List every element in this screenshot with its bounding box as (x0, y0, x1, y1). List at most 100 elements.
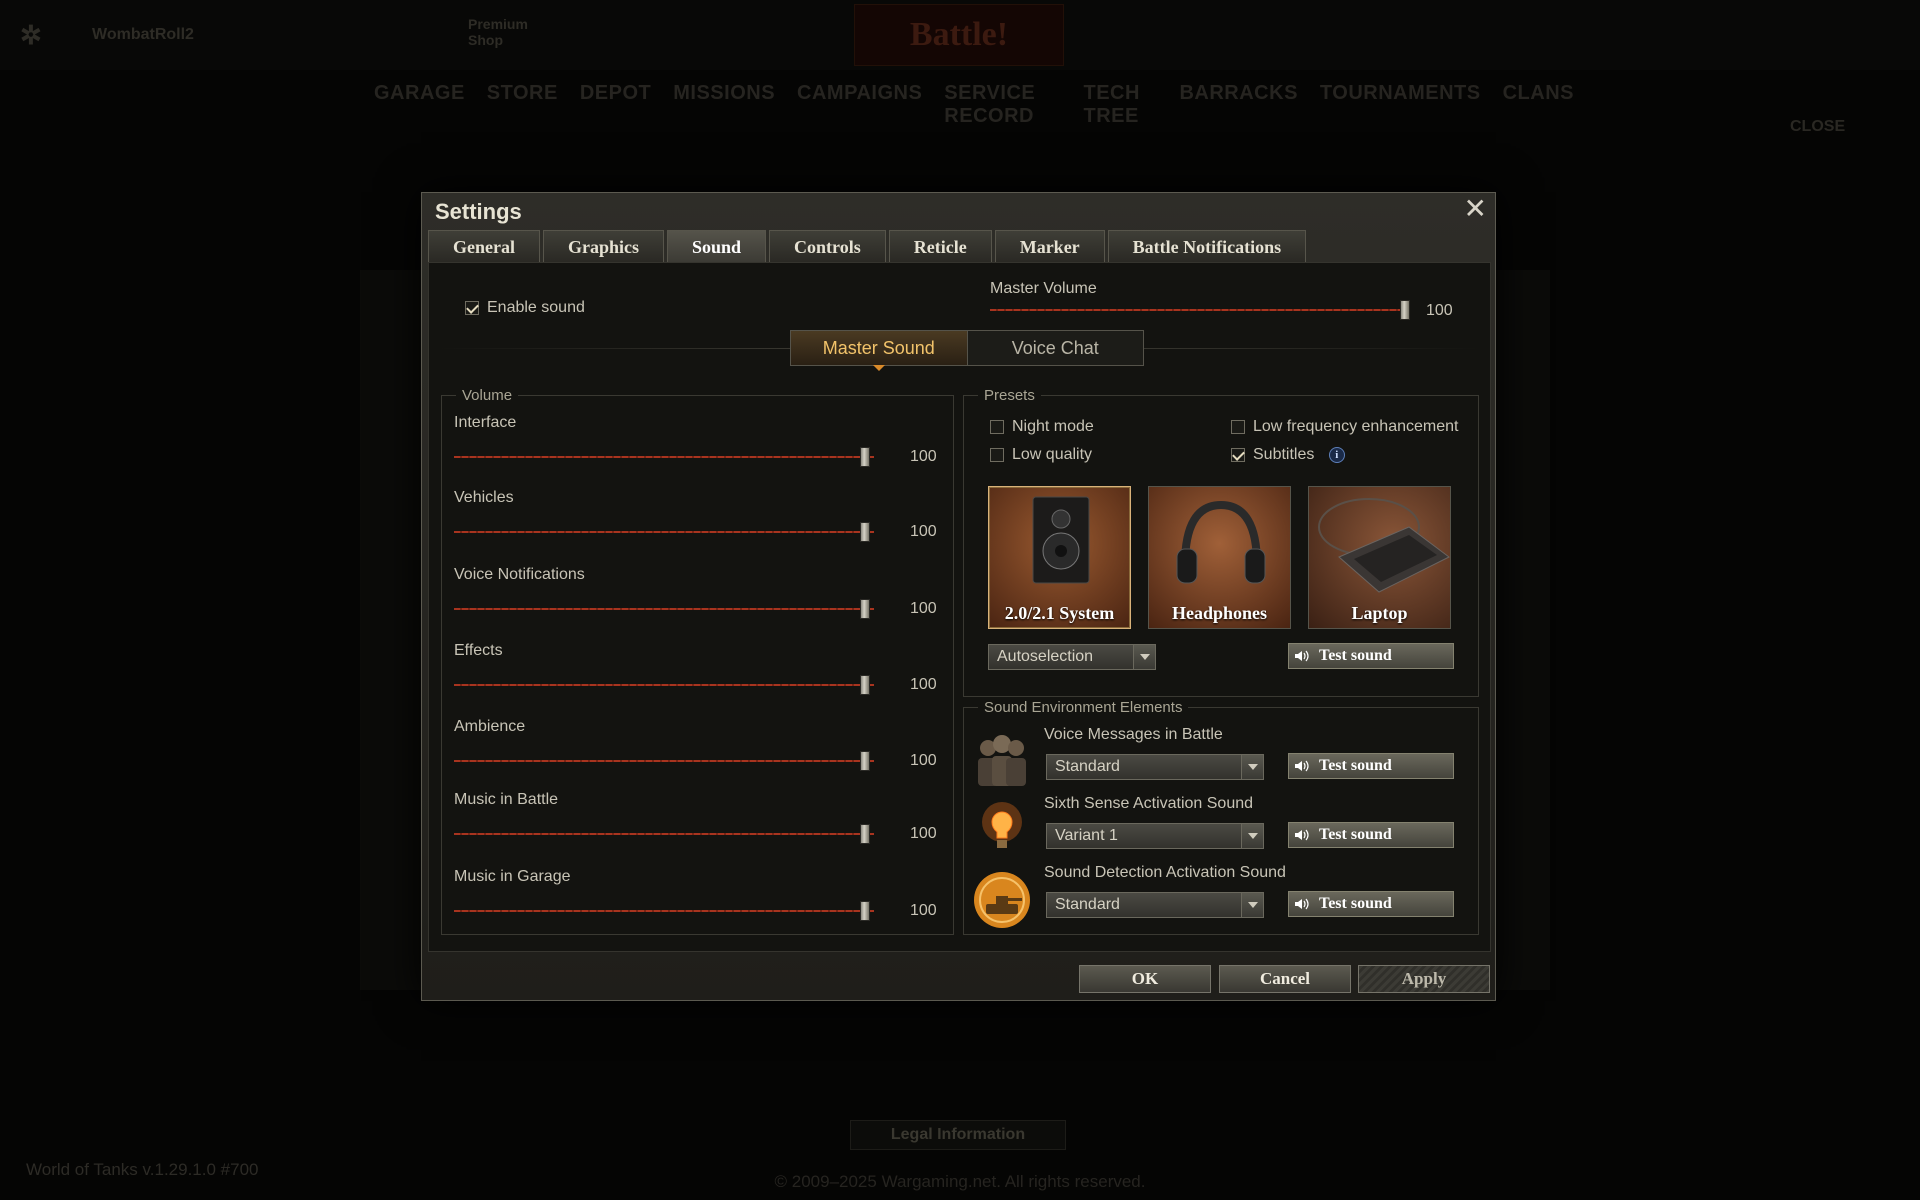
voice-messages-test-button[interactable]: Test sound (1288, 753, 1454, 779)
slider-track (454, 760, 874, 762)
nav-barracks[interactable]: BARRACKS (1179, 82, 1297, 110)
sound-detection-select[interactable]: Standard (1046, 892, 1264, 918)
chevron-down-icon[interactable] (1241, 824, 1263, 848)
nav-store[interactable]: STORE (487, 82, 558, 110)
nav-missions[interactable]: MISSIONS (673, 82, 775, 110)
volume-group-title: Volume (456, 387, 519, 404)
subtitles-checkbox[interactable]: Subtitles i (1231, 446, 1345, 464)
ambience-label: Ambience (454, 718, 526, 735)
voice-chat-tab[interactable]: Voice Chat (966, 331, 1144, 365)
ambience-slider[interactable] (454, 751, 874, 771)
headphones-icon (1176, 500, 1266, 584)
slider-track (990, 309, 1410, 311)
night-mode-label: Night mode (1012, 418, 1094, 435)
music-in-battle-value: 100 (910, 825, 937, 842)
night-mode-checkbox[interactable]: Night mode (990, 418, 1094, 436)
preset-laptop-label: Laptop (1351, 603, 1408, 623)
sixth-sense-select[interactable]: Variant 1 (1046, 823, 1264, 849)
sound-mode-switcher: Master Sound Voice Chat (790, 330, 1144, 371)
checkbox-icon[interactable] (990, 447, 1004, 462)
voice-messages-value: Standard (1055, 758, 1120, 775)
voice-notifications-slider[interactable] (454, 599, 874, 619)
tab-marker[interactable]: Marker (994, 230, 1105, 262)
interface-slider[interactable] (454, 447, 874, 467)
speaker-icon (1032, 496, 1090, 584)
master-volume-value: 100 (1426, 302, 1453, 319)
speaker-icon (1295, 760, 1309, 772)
low-frequency-checkbox[interactable]: Low frequency enhancement (1231, 418, 1458, 436)
battle-button[interactable]: Battle! (854, 4, 1064, 66)
subtitles-label: Subtitles (1253, 446, 1315, 463)
checkbox-checked-icon[interactable] (1231, 447, 1245, 462)
chevron-down-icon[interactable] (1241, 755, 1263, 779)
background-close-button[interactable]: CLOSE (1790, 118, 1845, 136)
slider-thumb[interactable] (860, 901, 870, 921)
master-sound-tab[interactable]: Master Sound (791, 331, 967, 371)
sound-detection-test-button[interactable]: Test sound (1288, 891, 1454, 917)
slider-thumb[interactable] (860, 751, 870, 771)
tab-sound[interactable]: Sound (667, 230, 767, 262)
test-sound-button[interactable]: Test sound (1288, 643, 1454, 669)
effects-slider[interactable] (454, 675, 874, 695)
tab-graphics[interactable]: Graphics (542, 230, 664, 262)
slider-thumb[interactable] (860, 675, 870, 695)
chevron-down-icon[interactable] (1241, 893, 1263, 917)
legal-information-button[interactable]: Legal Information (850, 1120, 1066, 1150)
ok-button[interactable]: OK (1079, 965, 1211, 993)
sound-detection-value: Standard (1055, 896, 1120, 913)
premium-shop-link[interactable]: Premium Shop (468, 16, 548, 48)
slider-thumb[interactable] (860, 447, 870, 467)
nav-tournaments[interactable]: TOURNAMENTS (1320, 82, 1481, 110)
output-device-select[interactable]: Autoselection (988, 644, 1156, 670)
enable-sound-checkbox[interactable]: Enable sound (465, 299, 585, 317)
nav-depot[interactable]: DEPOT (580, 82, 651, 110)
presets-group: Presets Night mode Low frequency enhance… (963, 387, 1479, 697)
voice-notifications-label: Voice Notifications (454, 566, 585, 583)
slider-track (454, 531, 874, 533)
checkbox-icon[interactable] (1231, 419, 1245, 434)
test-sound-label: Test sound (1319, 647, 1392, 664)
nav-service-record[interactable]: SERVICE RECORD (944, 82, 1061, 127)
tab-general[interactable]: General (428, 230, 540, 262)
music-in-garage-value: 100 (910, 902, 937, 919)
tab-controls[interactable]: Controls (769, 230, 886, 262)
preset-speakers-label: 2.0/2.1 System (1004, 603, 1115, 623)
sixth-sense-test-button[interactable]: Test sound (1288, 822, 1454, 848)
music-in-garage-slider[interactable] (454, 901, 874, 921)
nav-clans[interactable]: CLANS (1503, 82, 1574, 110)
slider-thumb[interactable] (1400, 300, 1410, 320)
nav-garage[interactable]: GARAGE (374, 82, 465, 110)
checkbox-checked-icon[interactable] (465, 300, 479, 315)
settings-dialog: Settings ✕ General Graphics Sound Contro… (421, 192, 1496, 1001)
dialog-title: Settings (435, 199, 522, 224)
apply-button[interactable]: Apply (1358, 965, 1490, 993)
interface-value: 100 (910, 448, 937, 465)
slider-thumb[interactable] (860, 599, 870, 619)
speaker-icon (1295, 829, 1309, 841)
sound-environment-group: Sound Environment Elements Voice Message… (963, 699, 1479, 935)
preset-speakers[interactable]: 2.0/2.1 System (988, 486, 1131, 629)
tab-reticle[interactable]: Reticle (888, 230, 992, 262)
low-quality-checkbox[interactable]: Low quality (990, 446, 1092, 464)
player-name[interactable]: WombatRoll2 (92, 26, 194, 44)
preset-headphones[interactable]: Headphones (1148, 486, 1291, 629)
chevron-down-icon[interactable] (1133, 645, 1155, 669)
checkbox-icon[interactable] (990, 419, 1004, 434)
vehicles-slider[interactable] (454, 522, 874, 542)
tab-battle-notifications[interactable]: Battle Notifications (1107, 230, 1307, 262)
speaker-icon (1295, 650, 1309, 662)
cancel-button[interactable]: Cancel (1219, 965, 1351, 993)
nav-campaigns[interactable]: CAMPAIGNS (797, 82, 922, 110)
slider-thumb[interactable] (860, 824, 870, 844)
music-in-battle-slider[interactable] (454, 824, 874, 844)
preset-laptop[interactable]: Laptop (1308, 486, 1451, 629)
nav-tech-tree[interactable]: TECH TREE (1083, 82, 1157, 127)
slider-track (454, 608, 874, 610)
sixth-sense-value: Variant 1 (1055, 827, 1118, 844)
voice-messages-select[interactable]: Standard (1046, 754, 1264, 780)
master-volume-slider[interactable] (990, 300, 1410, 320)
info-icon[interactable]: i (1328, 446, 1345, 463)
gear-icon[interactable]: ✲ (20, 20, 42, 51)
slider-thumb[interactable] (860, 522, 870, 542)
close-icon[interactable]: ✕ (1464, 195, 1487, 223)
